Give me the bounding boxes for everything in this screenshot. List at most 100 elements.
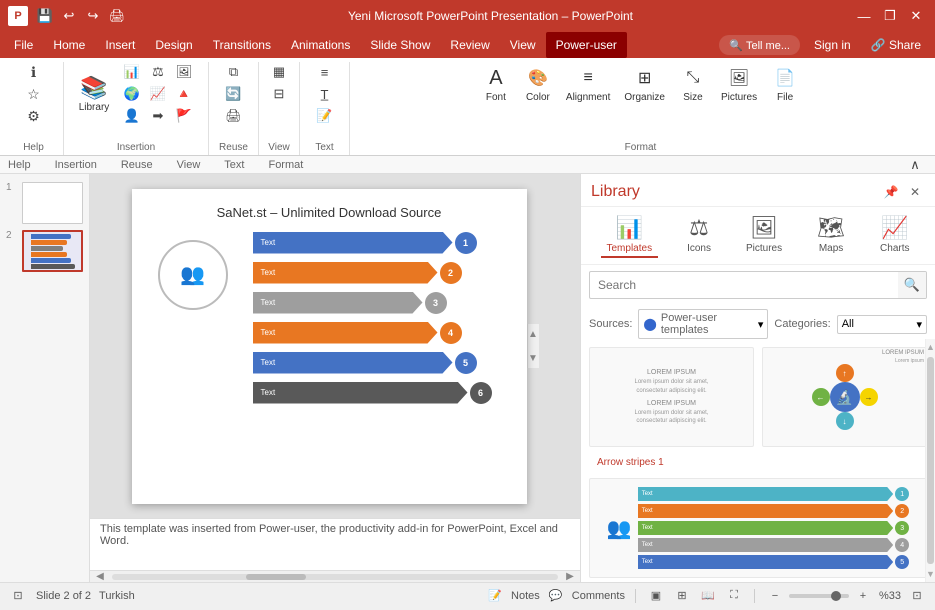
library-pin-btn[interactable]: 📌 bbox=[881, 182, 901, 202]
categories-select[interactable]: All ▾ bbox=[837, 315, 927, 334]
search-input[interactable] bbox=[590, 274, 898, 296]
person-btn[interactable]: 👤 bbox=[120, 106, 144, 126]
lib-scroll-up[interactable]: ▲ bbox=[926, 339, 935, 355]
zoom-out-btn[interactable]: − bbox=[765, 586, 785, 606]
reuse-btn2[interactable]: 🔄 bbox=[222, 84, 246, 104]
color-button[interactable]: 🎨 Color bbox=[520, 62, 556, 106]
help-item-format[interactable]: Format bbox=[268, 159, 303, 171]
library-close-btn[interactable]: ✕ bbox=[905, 182, 925, 202]
view-btn2[interactable]: ⊟ bbox=[267, 84, 291, 104]
help-item-reuse[interactable]: Reuse bbox=[121, 159, 153, 171]
font-button[interactable]: A Font bbox=[478, 62, 514, 106]
scale-btn[interactable]: ⚖ bbox=[146, 62, 170, 82]
pictures-button[interactable]: 🖼 Pictures bbox=[717, 62, 761, 106]
sources-select[interactable]: ⬤ Power-user templates ▾ bbox=[638, 309, 768, 339]
help-item-text[interactable]: Text bbox=[224, 159, 244, 171]
menu-tellme[interactable]: 🔍 Tell me... bbox=[719, 35, 800, 55]
minimize-button[interactable]: — bbox=[853, 5, 875, 27]
slide-preview-1 bbox=[23, 183, 82, 223]
search-button[interactable]: 🔍 bbox=[898, 272, 926, 298]
help-settings-btn[interactable]: ⚙ bbox=[22, 106, 46, 126]
alignment-button[interactable]: ≡ Alignment bbox=[562, 62, 614, 106]
library-search-bar[interactable]: 🔍 bbox=[589, 271, 927, 299]
tab-templates[interactable]: 📊 Templates bbox=[601, 213, 659, 258]
scroll-down-btn[interactable]: ▼ bbox=[528, 348, 539, 368]
help-item-view[interactable]: View bbox=[177, 159, 201, 171]
restore-button[interactable]: ❐ bbox=[879, 5, 901, 27]
help-item-insertion[interactable]: Insertion bbox=[55, 159, 97, 171]
scroll-left-btn[interactable]: ◀ bbox=[90, 571, 110, 582]
close-button[interactable]: ✕ bbox=[905, 5, 927, 27]
help-item-help[interactable]: Help bbox=[8, 159, 31, 171]
ribbon-collapse-btn[interactable]: ∧ bbox=[903, 155, 927, 175]
file-button[interactable]: 📄 File bbox=[767, 62, 803, 106]
view-slideshow-btn[interactable]: ⛶ bbox=[724, 586, 744, 606]
horizontal-scrollbar[interactable]: ◀ ▶ bbox=[90, 570, 580, 582]
slide-canvas[interactable]: SaNet.st – Unlimited Download Source 👥 T… bbox=[132, 189, 527, 504]
notes-label[interactable]: Notes bbox=[511, 590, 540, 602]
reuse-btn1[interactable]: ⧉ bbox=[222, 62, 246, 82]
menu-slideshow[interactable]: Slide Show bbox=[360, 32, 440, 58]
tab-icons[interactable]: ⚖ Icons bbox=[681, 213, 717, 258]
notes-btn[interactable]: 📝 bbox=[485, 586, 505, 606]
organize-button[interactable]: ⊞ Organize bbox=[620, 62, 669, 106]
image-btn[interactable]: 🖼 bbox=[172, 62, 196, 82]
menu-animations[interactable]: Animations bbox=[281, 32, 360, 58]
view-reading-btn[interactable]: 📖 bbox=[698, 586, 718, 606]
zoom-in-btn[interactable]: + bbox=[853, 586, 873, 606]
bar-btn[interactable]: 📈 bbox=[146, 84, 170, 104]
library-scrollbar[interactable]: ▲ ▼ bbox=[925, 339, 935, 582]
text-btn3[interactable]: 📝 bbox=[313, 106, 337, 126]
flag-btn[interactable]: 🚩 bbox=[172, 106, 196, 126]
tab-charts[interactable]: 📈 Charts bbox=[874, 213, 915, 258]
view-grid-btn[interactable]: ⊞ bbox=[672, 586, 692, 606]
lib-card-3[interactable]: 👥 Text 1 Text 2 Text 3 bbox=[589, 478, 927, 578]
menu-insert[interactable]: Insert bbox=[95, 32, 145, 58]
scroll-right-btn[interactable]: ▶ bbox=[560, 571, 580, 582]
pictures-label: Pictures bbox=[721, 92, 757, 104]
zoom-slider[interactable] bbox=[789, 594, 849, 598]
slide-thumb-2[interactable]: 2 bbox=[6, 230, 83, 272]
comments-btn[interactable]: 💬 bbox=[546, 586, 566, 606]
help-star-btn[interactable]: ☆ bbox=[22, 84, 46, 104]
view-btn1[interactable]: ▦ bbox=[267, 62, 291, 82]
menu-view[interactable]: View bbox=[500, 32, 546, 58]
globe-btn[interactable]: 🌍 bbox=[120, 84, 144, 104]
lib-scroll-down[interactable]: ▼ bbox=[926, 566, 935, 582]
lib-card-1[interactable]: LOREM IPSUM Lorem ipsum dolor sit amet,c… bbox=[589, 347, 754, 447]
scroll-up-btn[interactable]: ▲ bbox=[528, 324, 539, 344]
redo-button[interactable]: ↪ bbox=[82, 5, 104, 27]
zoom-control[interactable]: − + bbox=[765, 586, 873, 606]
menu-signin[interactable]: Sign in bbox=[804, 32, 861, 58]
fit-slide-btn[interactable]: ⊡ bbox=[907, 586, 927, 606]
size-button[interactable]: ⤡ Size bbox=[675, 62, 711, 106]
view-normal-btn[interactable]: ▣ bbox=[646, 586, 666, 606]
help-info-btn[interactable]: ℹ bbox=[22, 62, 46, 82]
chart-btn[interactable]: 📊 bbox=[120, 62, 144, 82]
menu-poweruser[interactable]: Power-user bbox=[546, 32, 627, 58]
menu-review[interactable]: Review bbox=[440, 32, 499, 58]
canvas-scrollbar[interactable]: ▲ ▼ bbox=[527, 324, 539, 368]
library-button[interactable]: 📚 Library bbox=[72, 72, 116, 116]
slide-thumb-1[interactable]: 1 bbox=[6, 182, 83, 224]
menu-transitions[interactable]: Transitions bbox=[203, 32, 281, 58]
pictures-icon: 🖼 bbox=[750, 215, 778, 241]
tab-maps[interactable]: 🗺 Maps bbox=[811, 213, 851, 258]
slide-image-1[interactable] bbox=[22, 182, 83, 224]
text-btn1[interactable]: ≡ bbox=[313, 62, 337, 82]
menu-home[interactable]: Home bbox=[43, 32, 95, 58]
menu-share[interactable]: 🔗 Share bbox=[861, 32, 931, 58]
arrow-right-btn[interactable]: ➡ bbox=[146, 106, 170, 126]
text-btn2[interactable]: T̲ bbox=[313, 84, 337, 104]
tab-pictures[interactable]: 🖼 Pictures bbox=[740, 213, 788, 258]
menu-file[interactable]: File bbox=[4, 32, 43, 58]
reuse-btn3[interactable]: 🖨 bbox=[222, 106, 246, 126]
menu-design[interactable]: Design bbox=[145, 32, 202, 58]
lib-card-2[interactable]: 🔬 ↑ ↓ ← → LOREM IPSUM Lorem ipsum bbox=[762, 347, 927, 447]
comments-label[interactable]: Comments bbox=[572, 590, 625, 602]
customize-button[interactable]: 🖨 bbox=[106, 5, 128, 27]
undo-button[interactable]: ↩ bbox=[58, 5, 80, 27]
save-button[interactable]: 💾 bbox=[34, 5, 56, 27]
slide-image-2[interactable] bbox=[22, 230, 83, 272]
triangle-btn[interactable]: 🔺 bbox=[172, 84, 196, 104]
